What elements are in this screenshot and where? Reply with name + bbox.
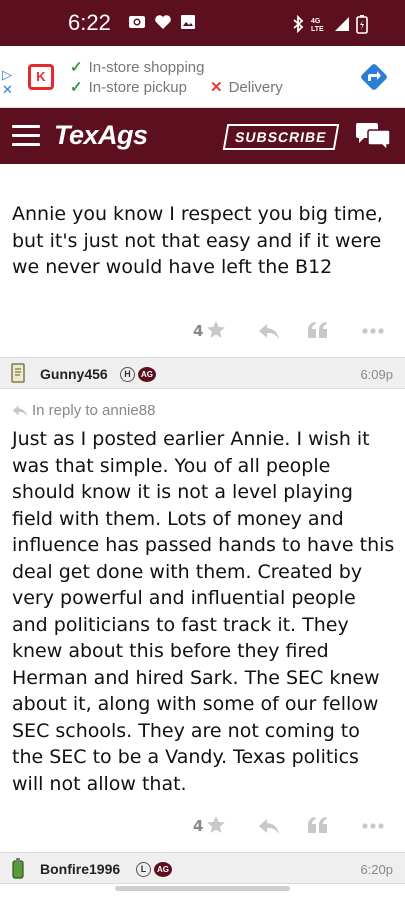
star-icon[interactable] <box>206 320 226 340</box>
site-logo[interactable]: TexAgs <box>54 120 148 151</box>
site-navbar: TexAgs SUBSCRIBE <box>0 108 405 164</box>
quote-icon[interactable] <box>307 320 329 340</box>
in-reply-link[interactable]: In reply to annie88 <box>12 402 155 419</box>
post-author[interactable]: Gunny456 <box>40 366 108 382</box>
user-badge: H <box>120 367 135 382</box>
more-icon[interactable] <box>362 328 384 334</box>
ad-banner[interactable]: ▷ ✕ K ✓ In-store shopping ✓ In-store pickup… <box>0 46 405 108</box>
image-icon <box>181 15 195 29</box>
post-actions: 4 <box>0 815 405 839</box>
reply-icon <box>12 405 28 417</box>
status-time: 6:22 <box>68 10 111 35</box>
menu-icon[interactable] <box>12 125 40 147</box>
user-badge: L <box>136 862 151 877</box>
check-icon: ✓ <box>70 59 83 76</box>
post-time: 6:20p <box>360 862 393 877</box>
post-time: 6:09p <box>360 367 393 382</box>
star-icon[interactable] <box>206 815 226 835</box>
camera-icon <box>129 16 145 28</box>
quote-icon[interactable] <box>307 815 329 835</box>
subscribe-button[interactable]: SUBSCRIBE <box>222 124 340 150</box>
avatar[interactable] <box>10 363 26 385</box>
heart-icon <box>155 15 171 29</box>
post-header: Bonfire1996 L AG 6:20p <box>0 852 405 884</box>
ad-feature-delivery: Delivery <box>228 79 283 96</box>
like-count: 4 <box>193 817 204 835</box>
post-author[interactable]: Bonfire1996 <box>40 861 120 877</box>
signal-icon <box>335 17 349 31</box>
battery-icon <box>356 15 368 34</box>
reply-icon[interactable] <box>258 817 280 835</box>
post-header: Gunny456 H AG 6:09p <box>0 357 405 389</box>
svg-text:LTE: LTE <box>311 26 324 33</box>
post-body: Annie you know I respect you big time, b… <box>12 203 383 278</box>
reply-icon[interactable] <box>258 322 280 340</box>
svg-text:4G: 4G <box>311 18 321 25</box>
ad-feature-pickup: In-store pickup <box>88 79 187 96</box>
chat-icon[interactable] <box>354 122 392 152</box>
ad-brand-logo[interactable]: K <box>28 64 54 90</box>
ag-badge: AG <box>154 862 172 877</box>
ad-feature-shopping: In-store shopping <box>88 59 205 76</box>
in-reply-text: In reply to annie88 <box>32 402 156 419</box>
ag-badge: AG <box>138 367 156 382</box>
adchoices-icon[interactable]: ▷ ✕ <box>2 68 13 98</box>
home-indicator[interactable] <box>115 886 290 891</box>
network-4g-icon: 4GLTE <box>311 18 324 33</box>
avatar[interactable] <box>10 858 26 880</box>
check-icon: ✓ <box>70 79 83 96</box>
post-actions: 4 <box>0 320 405 344</box>
post-body: Just as I posted earlier Annie. I wish i… <box>12 428 395 795</box>
x-icon: ✕ <box>210 79 223 96</box>
directions-icon[interactable] <box>357 60 391 94</box>
status-bar: 6:22 4G LTE <box>0 0 405 46</box>
bluetooth-icon <box>293 15 304 33</box>
like-count: 4 <box>193 322 204 340</box>
more-icon[interactable] <box>362 823 384 829</box>
